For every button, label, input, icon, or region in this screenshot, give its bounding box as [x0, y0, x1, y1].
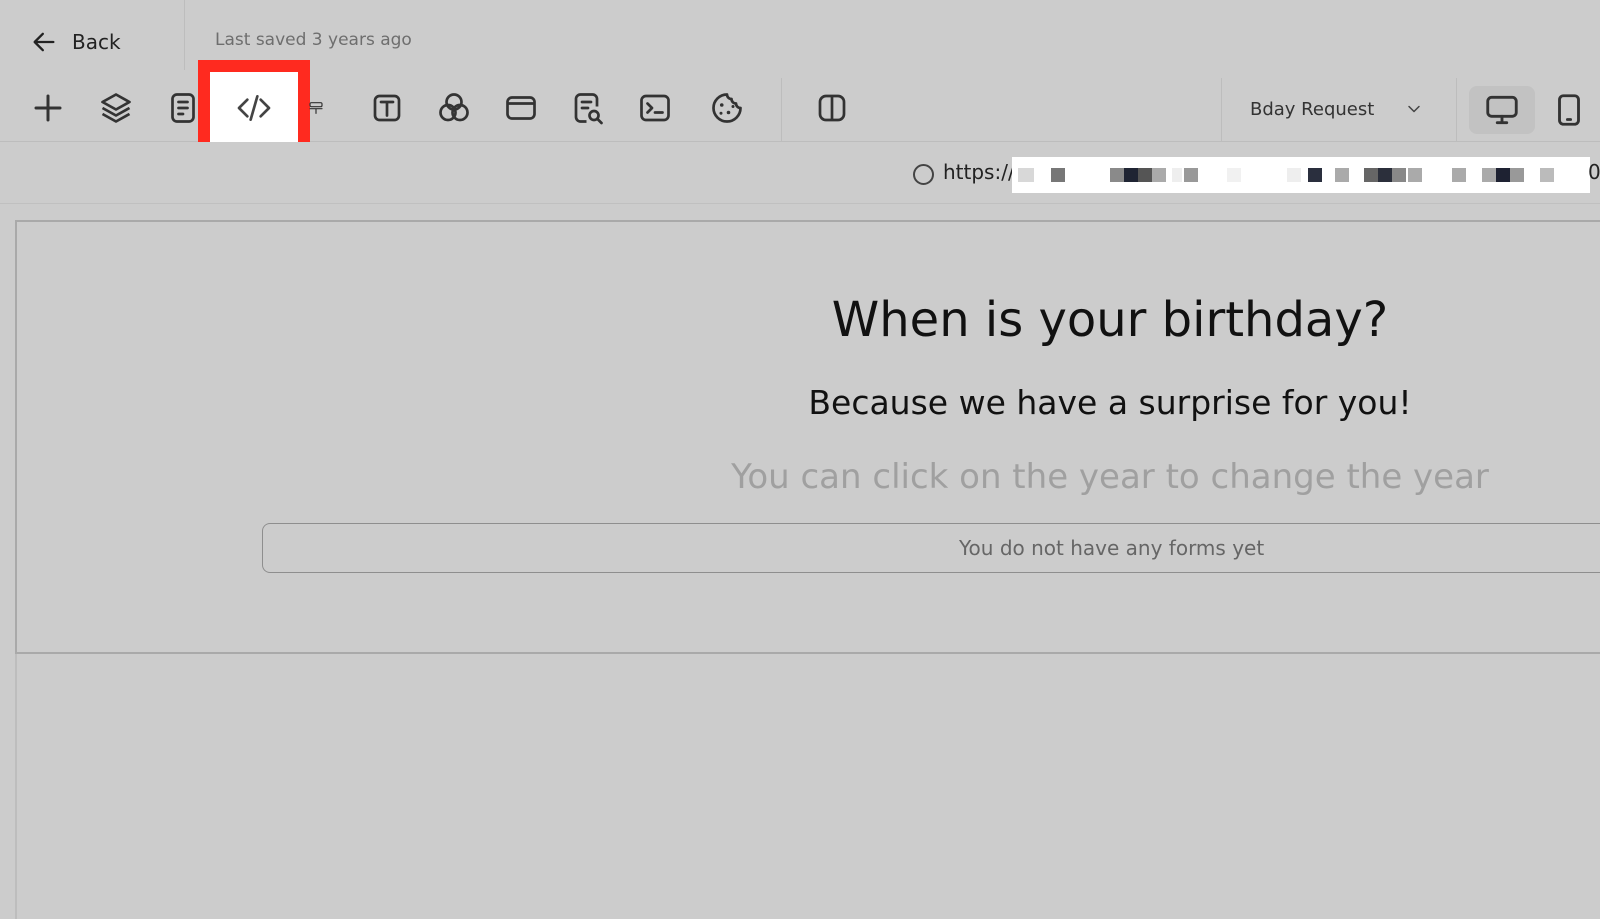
layout-button[interactable] [501, 88, 541, 128]
split-view-icon [818, 94, 846, 122]
seo-search-icon [574, 93, 603, 125]
url-radio[interactable] [913, 164, 934, 185]
divider [1221, 78, 1222, 142]
forms-embed-box[interactable]: You do not have any forms yet [262, 523, 1600, 573]
desktop-view-button[interactable] [1469, 86, 1535, 134]
url-redacted [1012, 157, 1590, 193]
back-label: Back [72, 30, 121, 54]
paint-roller-icon [309, 102, 323, 114]
page-select-value: Bday Request [1250, 98, 1375, 120]
split-view-button[interactable] [812, 88, 852, 128]
terminal-icon [640, 94, 670, 122]
page-select-dropdown[interactable]: Bday Request [1250, 94, 1424, 124]
mobile-view-button[interactable] [1536, 86, 1600, 134]
text-button[interactable] [367, 88, 407, 128]
page-settings-icon [171, 93, 195, 123]
layout-icon [506, 96, 536, 120]
custom-script-button[interactable] [635, 88, 675, 128]
layers-button[interactable] [96, 88, 136, 128]
page-canvas[interactable] [15, 220, 1600, 654]
seo-button[interactable] [568, 88, 608, 128]
chevron-down-icon [1408, 105, 1421, 113]
page-hint[interactable]: You can click on the year to change the … [0, 457, 1600, 497]
page-title[interactable]: When is your birthday? [0, 292, 1600, 348]
divider [184, 0, 185, 70]
url-tail: 0 [1588, 160, 1600, 184]
back-button[interactable]: Back [30, 26, 121, 58]
add-element-button[interactable] [28, 88, 68, 128]
color-palette-icon [439, 93, 469, 122]
canvas-empty-area [15, 654, 1600, 919]
forms-empty-message: You do not have any forms yet [959, 536, 1265, 560]
add-icon [34, 94, 62, 122]
code-icon[interactable] [234, 88, 274, 128]
styles-button[interactable] [300, 88, 324, 128]
divider [781, 78, 782, 142]
cookie-consent-button[interactable] [707, 88, 747, 128]
last-saved-status: Last saved 3 years ago [215, 30, 412, 50]
page-settings-button[interactable] [163, 88, 203, 128]
layers-icon [101, 93, 131, 123]
page-subtitle[interactable]: Because we have a surprise for you! [0, 383, 1600, 422]
arrow-left-icon [33, 32, 55, 52]
mobile-icon [1558, 94, 1580, 126]
cookie-icon [712, 93, 742, 123]
text-icon [373, 94, 401, 122]
url-prefix: https:// [943, 160, 1015, 184]
desktop-icon [1486, 95, 1518, 125]
divider [1456, 78, 1457, 142]
colors-button[interactable] [434, 88, 474, 128]
